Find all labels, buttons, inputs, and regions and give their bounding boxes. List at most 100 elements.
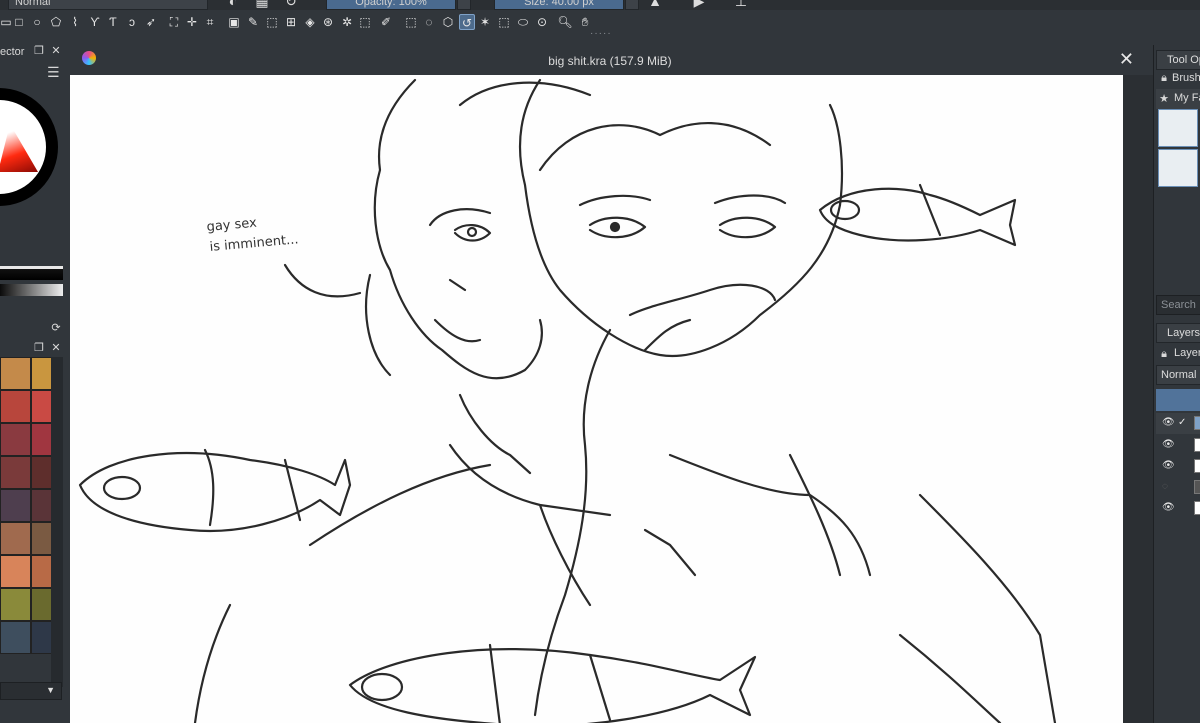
lock-icon[interactable]: 🔒︎ — [1158, 72, 1170, 84]
palette-swatch[interactable] — [0, 423, 31, 456]
palette-swatch[interactable] — [0, 588, 31, 621]
size-spin[interactable] — [625, 0, 639, 10]
enclose-fill-icon[interactable]: ⊛ — [320, 14, 336, 30]
preset-search-input[interactable]: Search — [1156, 295, 1200, 315]
right-docker: Tool Op Brush 🔒︎ My Fa ★ Search Layers L… — [1153, 45, 1200, 723]
similar-select-icon[interactable]: ⬚ — [496, 14, 512, 30]
brush-preset-2[interactable] — [1158, 149, 1198, 187]
polyline-tool-icon[interactable]: ⌇ — [67, 14, 83, 30]
close-docker-icon[interactable]: ✕ — [50, 45, 62, 57]
layer-thumbnail — [1194, 459, 1200, 473]
fill-tool-icon[interactable]: ◈ — [302, 14, 318, 30]
layer-row[interactable]: ◌ — [1156, 477, 1200, 498]
favorites-label: My Fa — [1174, 92, 1200, 104]
mirror-vertical-icon[interactable]: ▶ — [692, 0, 706, 8]
pin-tool-icon[interactable]: ✐ — [378, 14, 394, 30]
mirror-horizontal-icon[interactable]: ▲ — [648, 0, 662, 8]
tab-layers[interactable]: Layers — [1156, 323, 1200, 343]
colorize-mask-icon[interactable]: ⬚ — [264, 14, 280, 30]
blend-mode-select[interactable]: Normal — [8, 0, 208, 10]
document-title: big shit.kra (157.9 MiB) — [548, 54, 672, 68]
ellipse-tool-icon[interactable]: ○ — [29, 14, 45, 30]
move-tool-icon[interactable]: ✛ — [184, 14, 200, 30]
alpha-lock-icon[interactable]: ▦ — [255, 0, 269, 8]
color-triangle[interactable] — [0, 124, 38, 172]
layer-row[interactable]: 👁︎ — [1156, 498, 1200, 519]
size-slider[interactable]: Size: 40.00 px — [494, 0, 624, 10]
visibility-icon[interactable]: 👁︎ — [1162, 460, 1175, 472]
menu-icon[interactable]: ☰ — [47, 65, 60, 79]
palette-swatch[interactable] — [0, 555, 31, 588]
layer-thumbnail — [1194, 416, 1200, 430]
check-icon[interactable]: ✓ — [1178, 417, 1190, 429]
document-tab-bar: big shit.kra (157.9 MiB) ✕ — [67, 45, 1153, 75]
assistant-tool-icon[interactable]: ⬚ — [357, 14, 373, 30]
visibility-hidden-icon[interactable]: ◌ — [1162, 481, 1174, 493]
bezier-select-icon[interactable]: ⬭ — [515, 14, 531, 30]
path-tool-icon[interactable]: Ƭ — [105, 14, 121, 30]
palette-select[interactable]: ▼ — [0, 682, 62, 700]
layer-blend-mode-select[interactable]: Normal — [1156, 365, 1200, 385]
chevron-down-icon: ▼ — [46, 685, 55, 695]
multibrush-icon[interactable]: ✲ — [339, 14, 355, 30]
palette-swatch[interactable] — [0, 489, 31, 522]
layer-row[interactable]: 👁︎ ✓ — [1156, 413, 1200, 434]
canvas-vertical-scrollbar[interactable] — [1123, 75, 1153, 723]
wrap-icon[interactable]: ⊥ — [734, 0, 748, 8]
drawing-canvas[interactable]: gay sex is imminent... — [70, 75, 1123, 723]
visibility-icon[interactable]: 👁︎ — [1162, 502, 1175, 514]
square-tool-icon[interactable]: □ — [11, 14, 27, 30]
layers-row-label: Layer — [1174, 347, 1200, 359]
tab-tool-options[interactable]: Tool Op — [1156, 50, 1200, 70]
zoom-tool-icon[interactable]: 🔍︎ — [557, 14, 573, 30]
magnetic-select-icon[interactable]: ⊙ — [534, 14, 550, 30]
refresh-icon[interactable]: ⟳ — [50, 322, 62, 334]
transform-tool-icon[interactable]: ⛶ — [166, 14, 182, 30]
palette-swatch[interactable] — [0, 456, 31, 489]
layer-thumbnail — [1194, 480, 1200, 494]
palette-swatch[interactable] — [0, 522, 31, 555]
star-icon: ★ — [1159, 93, 1169, 105]
recent-colors-strip[interactable] — [0, 266, 63, 280]
palette-swatch[interactable] — [0, 357, 31, 390]
ellipse-select-icon[interactable]: ◌ — [421, 14, 437, 30]
layer-properties-bar — [1156, 389, 1200, 411]
close-palette-icon[interactable]: ✕ — [50, 342, 62, 354]
color-selector-wheel[interactable] — [0, 88, 58, 206]
visibility-icon[interactable]: 👁︎ — [1162, 417, 1175, 429]
eraser-mode-icon[interactable]: ◐ — [226, 0, 240, 8]
visibility-icon[interactable]: 👁︎ — [1162, 439, 1175, 451]
freehand-path-icon[interactable]: ↄ — [124, 14, 140, 30]
opacity-spin[interactable] — [457, 0, 471, 10]
brush-preset-1[interactable] — [1158, 109, 1198, 147]
polygon-select-icon[interactable]: ⬡ — [440, 14, 456, 30]
canvas-caption-line2: is imminent... — [209, 232, 299, 255]
opacity-slider[interactable]: Opacity: 100% — [326, 0, 456, 10]
gradient-tool-icon[interactable]: ▣ — [226, 14, 242, 30]
smart-patch-icon[interactable]: ⊞ — [283, 14, 299, 30]
polygon-tool-icon[interactable]: ⬠ — [48, 14, 64, 30]
crop-tool-icon[interactable]: ⌗ — [202, 14, 218, 30]
lock-icon[interactable]: 🔒︎ — [1158, 348, 1170, 360]
layer-thumbnail — [1194, 501, 1200, 515]
float-palette-icon[interactable]: ❐ — [33, 342, 45, 354]
contiguous-select-icon[interactable]: ✶ — [477, 14, 493, 30]
toolbar-handle[interactable]: ····· — [590, 28, 612, 39]
dynamic-brush-icon[interactable]: ➶ — [143, 14, 159, 30]
palette-swatch[interactable] — [0, 621, 31, 654]
rect-select-icon[interactable]: ⬚ — [403, 14, 419, 30]
top-options-bar: Normal ◐ ▦ ↻ Opacity: 100% Size: 40.00 p… — [0, 0, 1200, 10]
palette-scrollbar[interactable] — [51, 357, 63, 687]
sketch-artwork: gay sex is imminent... — [78, 78, 1057, 723]
layer-thumbnail — [1194, 438, 1200, 452]
color-picker-icon[interactable]: ✎ — [245, 14, 261, 30]
reload-preset-icon[interactable]: ↻ — [284, 0, 298, 8]
value-gradient-bar[interactable] — [0, 284, 63, 296]
float-docker-icon[interactable]: ❐ — [33, 45, 45, 57]
freehand-select-icon[interactable]: ↺ — [459, 14, 475, 30]
close-document-icon[interactable]: ✕ — [1119, 49, 1134, 70]
palette-swatch[interactable] — [0, 390, 31, 423]
layer-row[interactable]: 👁︎ — [1156, 456, 1200, 477]
bezier-tool-icon[interactable]: ϒ — [87, 14, 103, 30]
layer-row[interactable]: 👁︎ — [1156, 435, 1200, 456]
